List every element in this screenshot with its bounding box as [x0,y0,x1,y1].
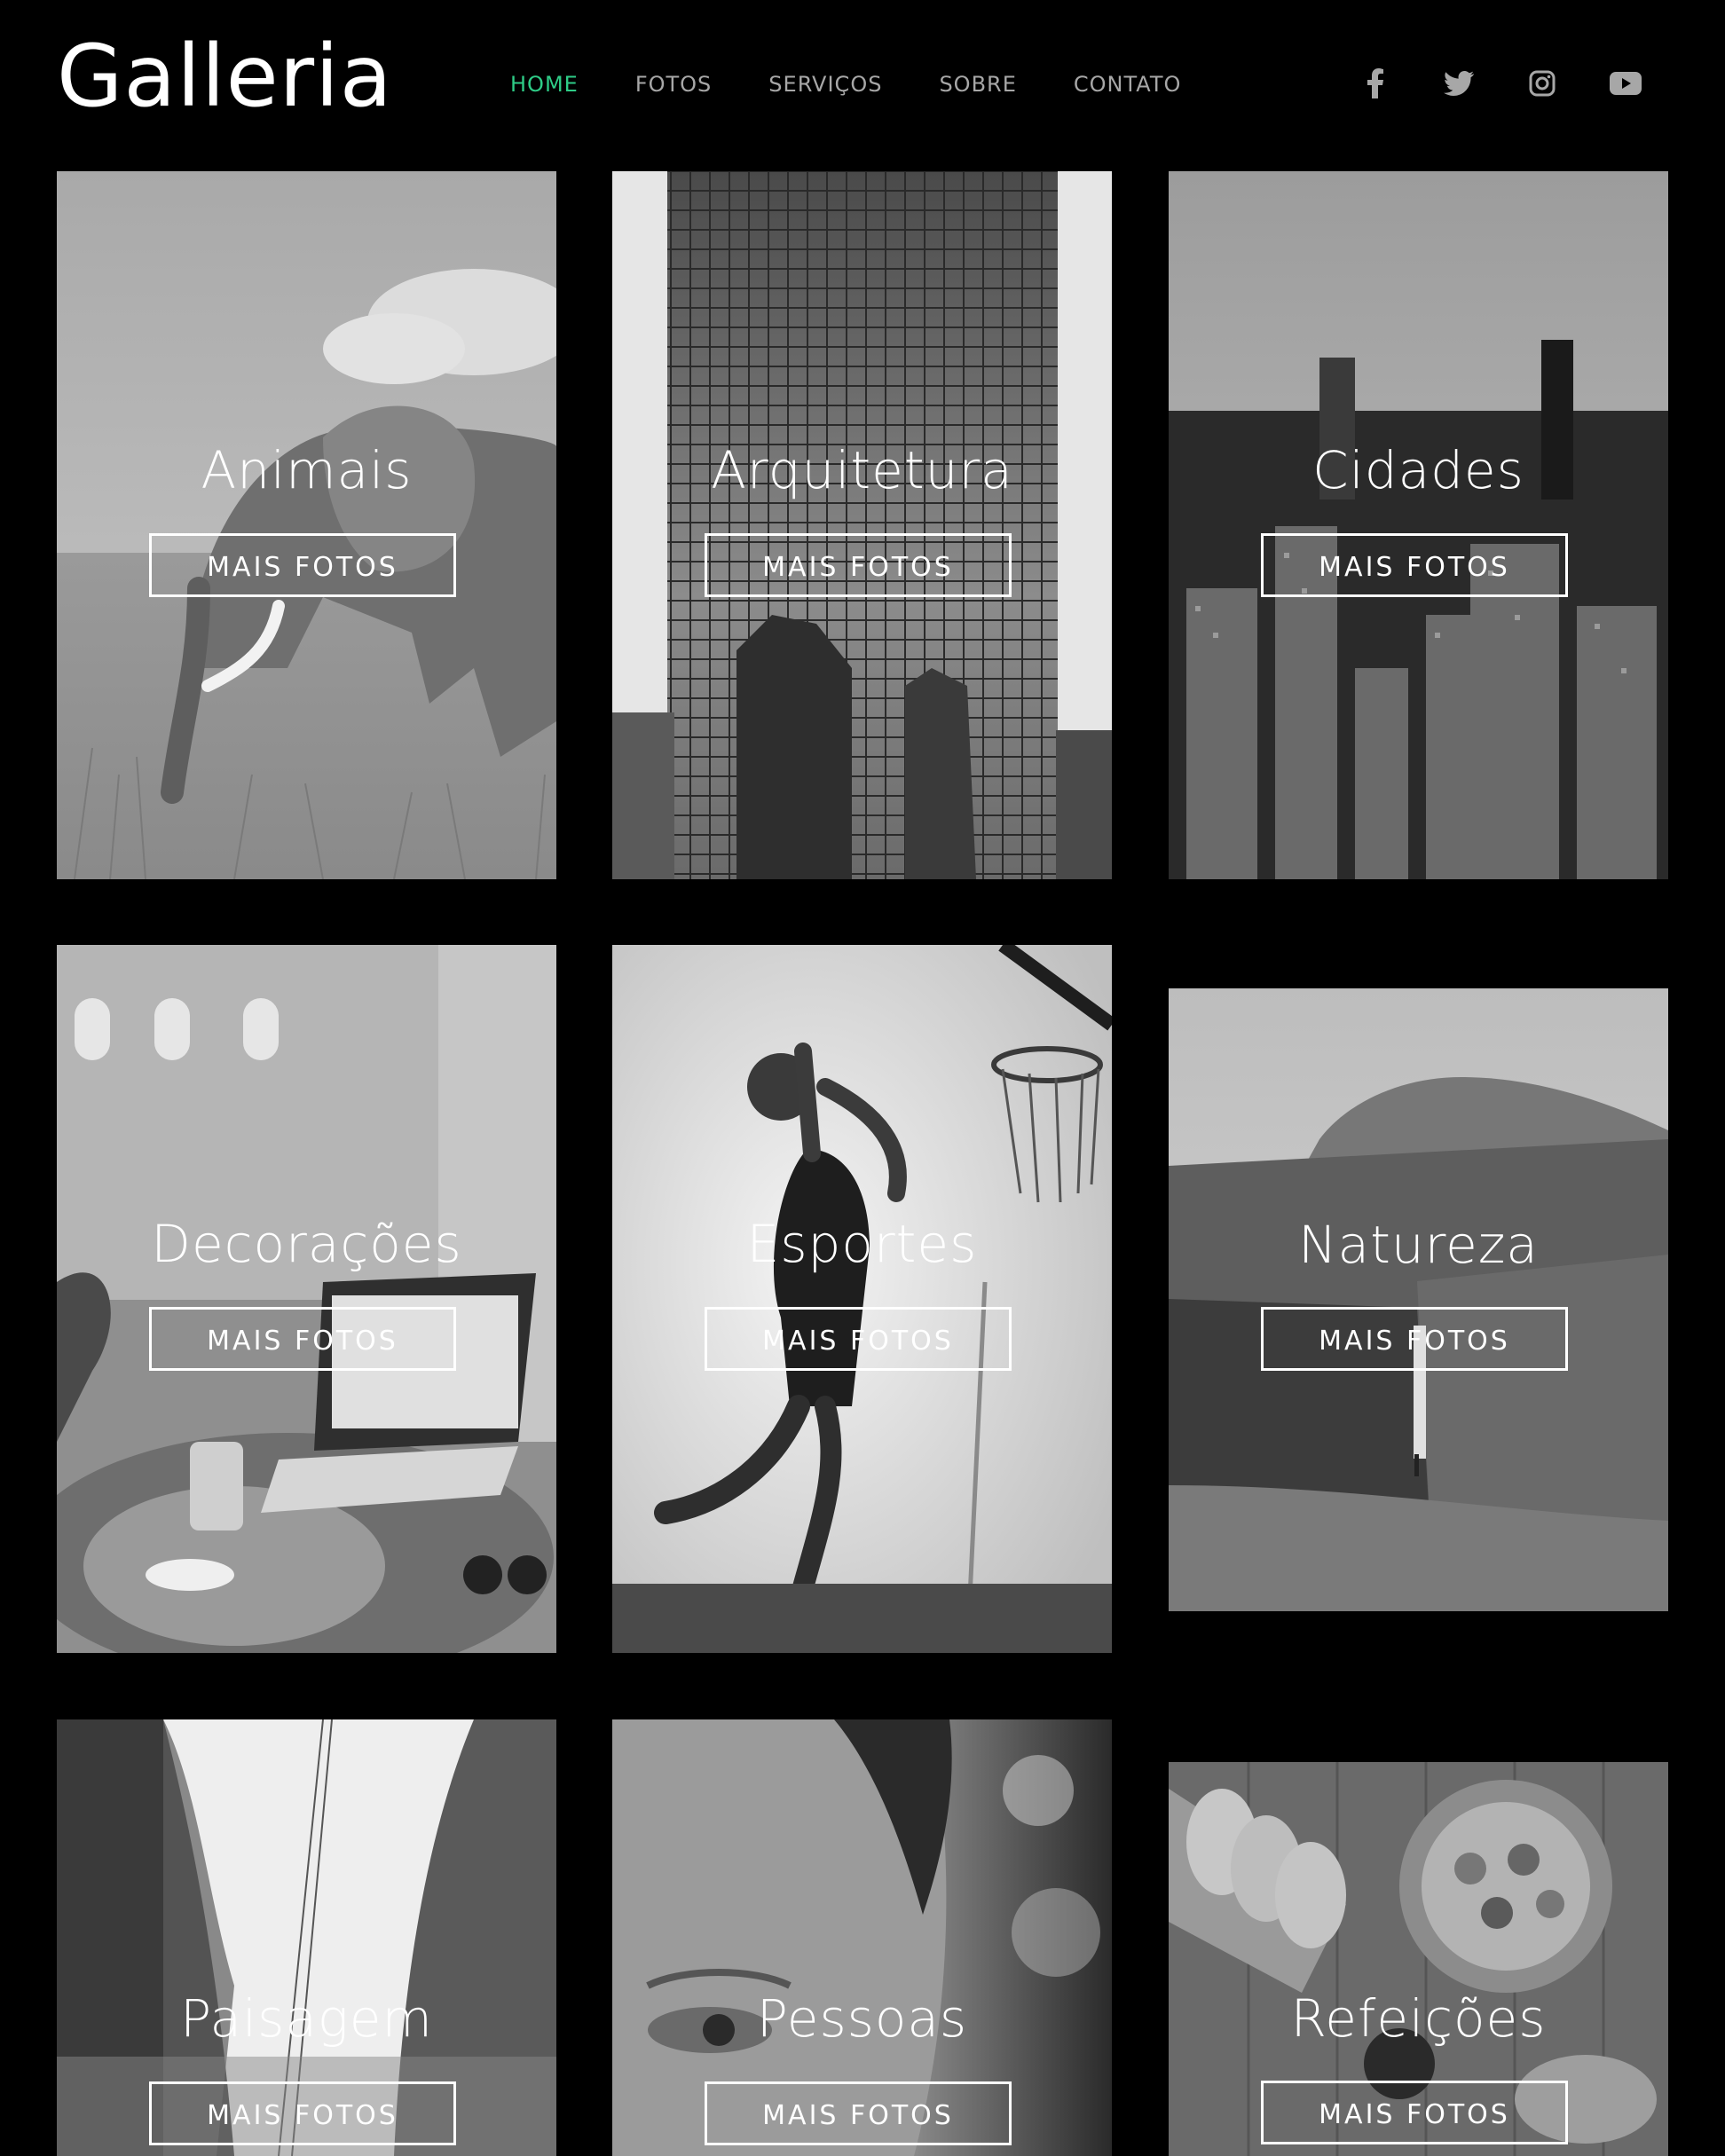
gallery-card-cidades[interactable]: Cidades MAIS FOTOS [1169,171,1668,879]
gallery-card-refeicoes[interactable]: Refeições MAIS FOTOS [1169,1762,1668,2156]
card-title: Decorações [151,1214,462,1274]
card-overlay: Esportes MAIS FOTOS [612,945,1112,1653]
gallery-card-paisagem[interactable]: Paisagem MAIS FOTOS [57,1719,556,2156]
gallery-card-esportes[interactable]: Esportes MAIS FOTOS [612,945,1112,1653]
card-overlay: Arquitetura MAIS FOTOS [612,171,1112,879]
mais-fotos-button[interactable]: MAIS FOTOS [1261,1307,1568,1371]
instagram-icon[interactable] [1524,64,1560,103]
gallery-card-arquitetura[interactable]: Arquitetura MAIS FOTOS [612,171,1112,879]
mais-fotos-button[interactable]: MAIS FOTOS [705,2081,1012,2145]
card-overlay: Natureza MAIS FOTOS [1169,988,1668,1611]
mais-fotos-button[interactable]: MAIS FOTOS [705,1307,1012,1371]
mais-fotos-button[interactable]: MAIS FOTOS [149,2081,456,2145]
social-links [1358,64,1643,103]
card-title: Animais [201,440,413,500]
mais-fotos-button[interactable]: MAIS FOTOS [1261,533,1568,597]
page: Galleria HOME FOTOS SERVIÇOS SOBRE CONTA… [0,0,1725,2156]
mais-fotos-button[interactable]: MAIS FOTOS [705,533,1012,597]
nav-fotos[interactable]: FOTOS [635,67,712,101]
card-overlay: Cidades MAIS FOTOS [1169,171,1668,879]
nav-servicos[interactable]: SERVIÇOS [768,67,882,101]
nav-contato[interactable]: CONTATO [1074,67,1182,101]
facebook-icon[interactable] [1358,64,1393,103]
youtube-icon[interactable] [1608,64,1643,103]
nav-home[interactable]: HOME [510,67,579,101]
mais-fotos-button[interactable]: MAIS FOTOS [149,533,456,597]
card-title: Pessoas [756,1988,968,2049]
card-title: Paisagem [180,1988,433,2049]
twitter-icon[interactable] [1441,64,1477,103]
card-title: Cidades [1312,440,1524,500]
card-title: Refeições [1290,1988,1547,2049]
gallery-card-decoracoes[interactable]: Decorações MAIS FOTOS [57,945,556,1653]
gallery-card-pessoas[interactable]: Pessoas MAIS FOTOS [612,1719,1112,2156]
card-overlay: Pessoas MAIS FOTOS [612,1719,1112,2156]
mais-fotos-button[interactable]: MAIS FOTOS [149,1307,456,1371]
card-overlay: Refeições MAIS FOTOS [1169,1762,1668,2156]
gallery-card-natureza[interactable]: Natureza MAIS FOTOS [1169,988,1668,1611]
card-overlay: Paisagem MAIS FOTOS [57,1719,556,2156]
mais-fotos-button[interactable]: MAIS FOTOS [1261,2081,1568,2144]
nav-sobre[interactable]: SOBRE [939,67,1016,101]
gallery-card-animais[interactable]: Animais MAIS FOTOS [57,171,556,879]
card-title: Natureza [1298,1215,1539,1275]
card-title: Arquitetura [711,440,1013,500]
main-nav: HOME FOTOS SERVIÇOS SOBRE CONTATO [510,67,1238,101]
card-title: Esportes [746,1214,978,1274]
card-overlay: Decorações MAIS FOTOS [57,945,556,1653]
site-logo[interactable]: Galleria [57,30,393,122]
card-overlay: Animais MAIS FOTOS [57,171,556,879]
